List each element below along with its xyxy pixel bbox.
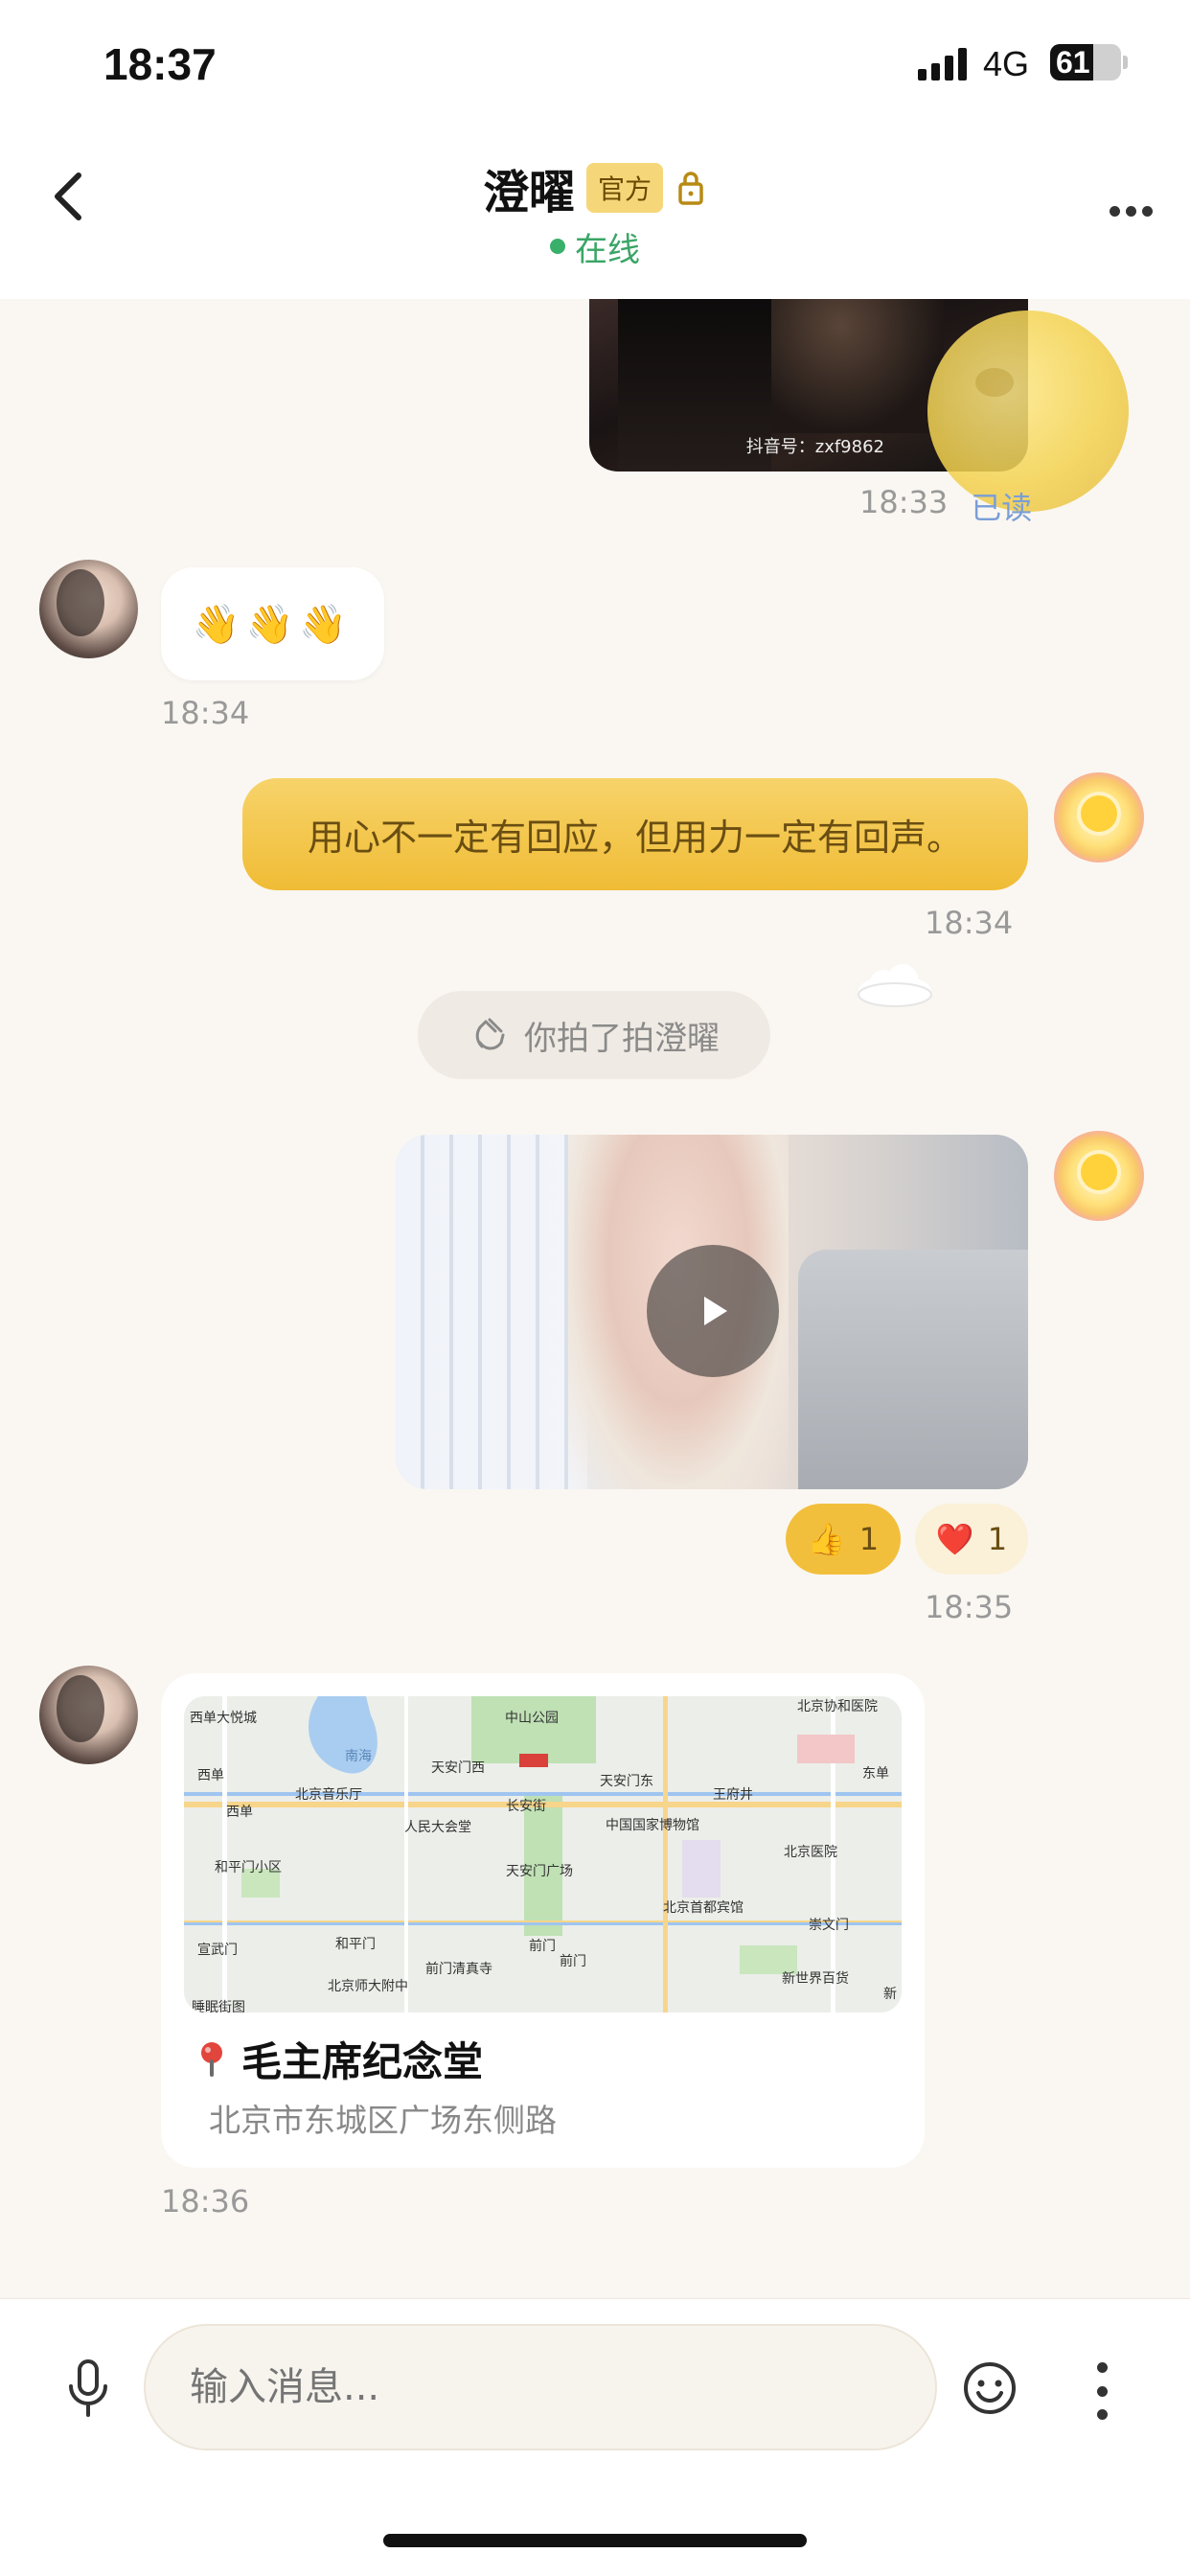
message-time: 18:35 xyxy=(925,1589,1014,1625)
reaction-count: 1 xyxy=(858,1521,880,1557)
map-label: 中国国家博物馆 xyxy=(606,1818,699,1833)
pat-notification[interactable]: 你拍了拍澄曜 xyxy=(418,991,770,1079)
image-message-meta: 18:33 已读 xyxy=(859,484,1032,528)
map-label: 王府井 xyxy=(713,1787,753,1803)
avatar xyxy=(1054,1131,1144,1221)
message-time: 18:36 xyxy=(161,2183,250,2220)
thumbs-up-icon: 👍 xyxy=(807,1521,846,1557)
map-pin-icon xyxy=(201,2041,222,2077)
map-label: 前门清真寺 xyxy=(425,1962,492,1977)
map-label: 和平门小区 xyxy=(215,1860,282,1875)
heart-icon: ❤️ xyxy=(935,1521,974,1557)
voice-button[interactable] xyxy=(61,2356,115,2423)
contact-name[interactable]: 澄曜 xyxy=(483,154,575,221)
video-message[interactable] xyxy=(396,1135,1028,1489)
cloud-icon xyxy=(858,964,932,1007)
battery-cap xyxy=(1123,56,1128,69)
map-label: 西单 xyxy=(226,1805,253,1820)
title-row: 澄曜 官方 xyxy=(0,153,1190,222)
avatar xyxy=(1054,772,1144,862)
emoji-message[interactable]: 👋👋👋 xyxy=(161,567,384,680)
map-label: 前门 xyxy=(560,1954,586,1969)
message-time: 18:34 xyxy=(925,905,1014,941)
location-title: 毛主席纪念堂 xyxy=(241,2038,484,2085)
official-badge: 官方 xyxy=(586,163,664,213)
map-label: 西单大悦城 xyxy=(190,1711,257,1726)
microphone-icon xyxy=(69,2359,107,2417)
map-label: 北京医院 xyxy=(784,1845,837,1860)
more-button[interactable] xyxy=(1092,182,1169,240)
lock-icon xyxy=(678,172,703,205)
more-options-button[interactable] xyxy=(1087,2362,1116,2420)
map-label: 前门 xyxy=(529,1939,556,1954)
map-label: 新 xyxy=(883,1987,897,2002)
map-label: 天安门西 xyxy=(431,1760,485,1776)
map-label: 东单 xyxy=(862,1766,889,1782)
online-dot xyxy=(550,239,565,254)
map-label: 和平门 xyxy=(335,1937,376,1952)
more-horizontal-icon xyxy=(1109,205,1120,217)
map-label: 中山公园 xyxy=(505,1711,559,1726)
moon-sticker xyxy=(927,310,1129,512)
status-time: 18:37 xyxy=(103,39,217,89)
location-map[interactable]: 西单大悦城 南海 中山公园 北京协和医院 西单 天安门西 天安门东 东单 西单 … xyxy=(184,1696,902,2012)
map-label: 人民大会堂 xyxy=(404,1820,471,1835)
map-label: 北京音乐厅 xyxy=(295,1787,362,1803)
reaction-heart[interactable]: ❤️ 1 xyxy=(915,1504,1028,1575)
map-label: 长安街 xyxy=(506,1799,546,1814)
signal-icon xyxy=(918,48,968,80)
read-status: 已读 xyxy=(971,490,1033,526)
map-label: 天安门广场 xyxy=(506,1864,573,1879)
reaction-count: 1 xyxy=(987,1521,1008,1557)
emoji-button[interactable] xyxy=(961,2359,1018,2417)
my-avatar[interactable] xyxy=(1054,1131,1144,1221)
play-button[interactable] xyxy=(647,1245,779,1377)
contact-avatar[interactable] xyxy=(39,560,138,658)
location-card[interactable]: 西单大悦城 南海 中山公园 北京协和医院 西单 天安门西 天安门东 东单 西单 … xyxy=(161,1673,925,2168)
map-label: 西单 xyxy=(197,1768,224,1783)
online-status: 在线 xyxy=(0,222,1190,270)
map-label: 崇文门 xyxy=(809,1918,849,1933)
clap-hand-icon xyxy=(475,1018,505,1050)
location-title-row: 毛主席纪念堂 xyxy=(197,2030,483,2088)
battery-level: 61 xyxy=(1056,45,1090,80)
map-label: 南海 xyxy=(345,1749,372,1764)
message-time: 18:34 xyxy=(161,695,250,731)
map-label: 北京协和医院 xyxy=(797,1699,878,1714)
battery-icon: 61 xyxy=(1050,44,1121,80)
home-indicator xyxy=(383,2534,807,2547)
map-label: 北京首都宾馆 xyxy=(663,1900,744,1916)
map-label: 宣武门 xyxy=(197,1943,238,1958)
message-time: 18:33 xyxy=(859,484,949,520)
contact-avatar[interactable] xyxy=(39,1666,138,1764)
more-vertical-icon xyxy=(1096,2362,1108,2373)
avatar xyxy=(39,1666,138,1764)
online-status-text: 在线 xyxy=(575,230,640,269)
network-type: 4G xyxy=(983,44,1030,83)
image-watermark: 抖音号：zxf9862 xyxy=(745,437,884,457)
text-message[interactable]: 用心不一定有回应，但用力一定有回声。 xyxy=(242,778,1028,890)
message-input[interactable] xyxy=(144,2324,937,2450)
reaction-like[interactable]: 👍 1 xyxy=(786,1504,901,1575)
map-label: 天安门东 xyxy=(600,1774,653,1789)
map-label: 新世界百货 xyxy=(782,1971,849,1987)
location-address: 北京市东城区广场东侧路 xyxy=(209,2102,557,2139)
play-icon xyxy=(704,1297,727,1325)
map-label: 北京师大附中 xyxy=(328,1979,408,1994)
pat-text: 你拍了拍澄曜 xyxy=(524,1019,720,1058)
my-avatar[interactable] xyxy=(1054,772,1144,862)
avatar xyxy=(39,560,138,658)
map-label: 睡眠街图 xyxy=(192,2000,245,2012)
smiley-icon xyxy=(964,2362,1016,2414)
